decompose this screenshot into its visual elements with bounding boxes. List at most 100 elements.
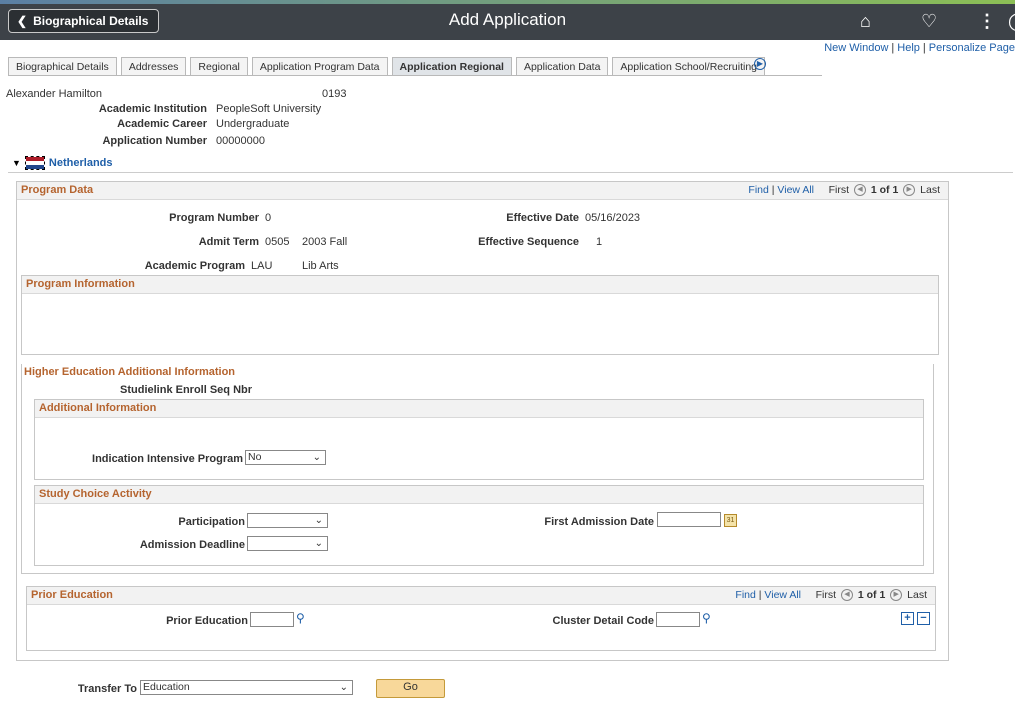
tab-divider — [8, 75, 822, 76]
program-information-title: Program Information — [26, 278, 135, 290]
cluster-detail-code-input[interactable] — [656, 612, 700, 627]
new-window-link[interactable]: New Window — [824, 42, 888, 54]
tab-application-program-data[interactable]: Application Program Data — [251, 57, 388, 76]
prior-education-header: Prior Education Find | View All First ◀ … — [27, 587, 935, 605]
career-label: Academic Career — [117, 118, 207, 130]
top-accent-stripe — [0, 0, 1015, 4]
view-all-link[interactable]: View All — [777, 184, 814, 196]
row-count: 1 of 1 — [857, 589, 886, 601]
home-icon[interactable]: ⌂ — [860, 11, 871, 32]
bell-icon[interactable]: ♡ — [921, 11, 937, 32]
help-link[interactable]: Help — [897, 42, 920, 54]
study-choice-section: Study Choice Activity — [34, 485, 924, 566]
next-icon[interactable]: ▶ — [890, 589, 903, 602]
first-admission-date-label: First Admission Date — [544, 516, 654, 528]
search-icon[interactable]: ⚲ — [702, 611, 711, 625]
chevron-down-icon: ⌄ — [312, 452, 321, 463]
row-count: 1 of 1 — [870, 184, 899, 196]
last-label: Last — [907, 589, 927, 601]
go-button[interactable]: Go — [376, 679, 445, 698]
intensive-program-label: Indication Intensive Program — [92, 453, 243, 465]
first-admission-date-input[interactable] — [657, 512, 721, 527]
application-number-label: Application Number — [102, 135, 207, 147]
chevron-down-icon: ⌄ — [314, 538, 323, 549]
delete-row-icon[interactable]: − — [917, 612, 930, 625]
effective-sequence-label: Effective Sequence — [478, 236, 579, 248]
find-link[interactable]: Find — [735, 589, 755, 601]
admission-deadline-label: Admission Deadline — [139, 539, 245, 551]
find-link[interactable]: Find — [748, 184, 768, 196]
tab-addresses[interactable]: Addresses — [120, 57, 187, 76]
academic-program-label: Academic Program — [144, 260, 245, 272]
additional-information-title: Additional Information — [39, 402, 157, 414]
prior-education-nav: Find | View All First ◀ 1 of 1 ▶ Last — [735, 589, 927, 602]
triangle-down-icon: ▼ — [12, 158, 21, 168]
effective-sequence-value: 1 — [596, 236, 603, 248]
netherlands-flag-icon — [24, 156, 45, 170]
study-choice-title: Study Choice Activity — [39, 488, 152, 500]
participation-select[interactable]: ⌄ — [247, 513, 328, 528]
program-information-header: Program Information — [22, 276, 938, 294]
tab-application-data[interactable]: Application Data — [515, 57, 609, 76]
search-icon[interactable]: ⚲ — [296, 611, 305, 625]
prior-education-section: Prior Education Find | View All First ◀ … — [26, 586, 936, 651]
next-tab-icon[interactable]: ▶ — [754, 58, 766, 70]
more-icon[interactable]: ⋮ — [978, 11, 996, 32]
prior-education-label: Prior Education — [166, 615, 248, 627]
tab-regional[interactable]: Regional — [190, 57, 248, 76]
chevron-down-icon: ⌄ — [339, 682, 348, 693]
study-choice-header: Study Choice Activity — [35, 486, 923, 504]
effective-date-label: Effective Date — [506, 212, 579, 224]
nav-bar-icon[interactable]: ◯ — [1008, 11, 1015, 32]
view-all-link[interactable]: View All — [764, 589, 801, 601]
country-toggle[interactable]: ▼ Netherlands — [12, 156, 113, 170]
effective-date-value: 05/16/2023 — [585, 212, 641, 224]
first-label: First — [815, 589, 837, 601]
admit-term-value: 0505 — [265, 236, 290, 248]
additional-information-section: Additional Information — [34, 399, 924, 480]
tab-application-school-recruiting[interactable]: Application School/Recruiting — [612, 57, 765, 76]
transfer-to-value: Education — [143, 681, 190, 693]
next-icon[interactable]: ▶ — [903, 184, 916, 197]
chevron-down-icon: ⌄ — [314, 515, 323, 526]
last-label: Last — [920, 184, 940, 196]
admission-deadline-select[interactable]: ⌄ — [247, 536, 328, 551]
admit-term-label: Admit Term — [198, 236, 259, 248]
cluster-detail-code-label: Cluster Detail Code — [552, 615, 654, 627]
institution-label: Academic Institution — [98, 103, 207, 115]
calendar-icon[interactable]: 31 — [724, 514, 737, 527]
tab-application-regional[interactable]: Application Regional — [391, 57, 512, 76]
tab-biographical-details[interactable]: Biographical Details — [8, 57, 117, 76]
person-id: 0193 — [322, 88, 347, 100]
admit-term-description: 2003 Fall — [302, 236, 348, 248]
divider — [8, 172, 1013, 173]
program-number-value: 0 — [265, 212, 272, 224]
program-information-section: Program Information — [21, 275, 939, 355]
program-data-title: Program Data — [21, 184, 94, 196]
country-name: Netherlands — [48, 157, 113, 169]
intensive-program-value: No — [248, 451, 262, 463]
top-bar: ❮ Biographical Details Add Application ⌂… — [0, 0, 1015, 40]
academic-program-value: LAU — [251, 260, 273, 272]
academic-program-description: Lib Arts — [302, 260, 339, 272]
intensive-program-select[interactable]: No ⌄ — [245, 450, 326, 465]
application-number-value: 00000000 — [216, 135, 265, 147]
program-number-label: Program Number — [169, 212, 259, 224]
page-links: New Window | Help | Personalize Page — [824, 42, 1015, 54]
additional-information-header: Additional Information — [35, 400, 923, 418]
person-name: Alexander Hamilton — [6, 88, 102, 100]
participation-label: Participation — [178, 516, 245, 528]
studielink-label: Studielink Enroll Seq Nbr — [120, 384, 253, 396]
previous-icon[interactable]: ◀ — [840, 589, 853, 602]
prior-education-input[interactable] — [250, 612, 294, 627]
transfer-to-label: Transfer To — [77, 683, 137, 695]
prior-education-title: Prior Education — [31, 589, 113, 601]
personalize-link[interactable]: Personalize Page — [929, 42, 1015, 54]
transfer-to-select[interactable]: Education ⌄ — [140, 680, 353, 695]
tab-bar: Biographical Details Addresses Regional … — [8, 57, 769, 76]
first-label: First — [828, 184, 850, 196]
add-row-icon[interactable]: + — [901, 612, 914, 625]
higher-education-title: Higher Education Additional Information — [24, 366, 236, 378]
program-data-header: Program Data Find | View All First ◀ 1 o… — [17, 182, 948, 200]
previous-icon[interactable]: ◀ — [853, 184, 866, 197]
